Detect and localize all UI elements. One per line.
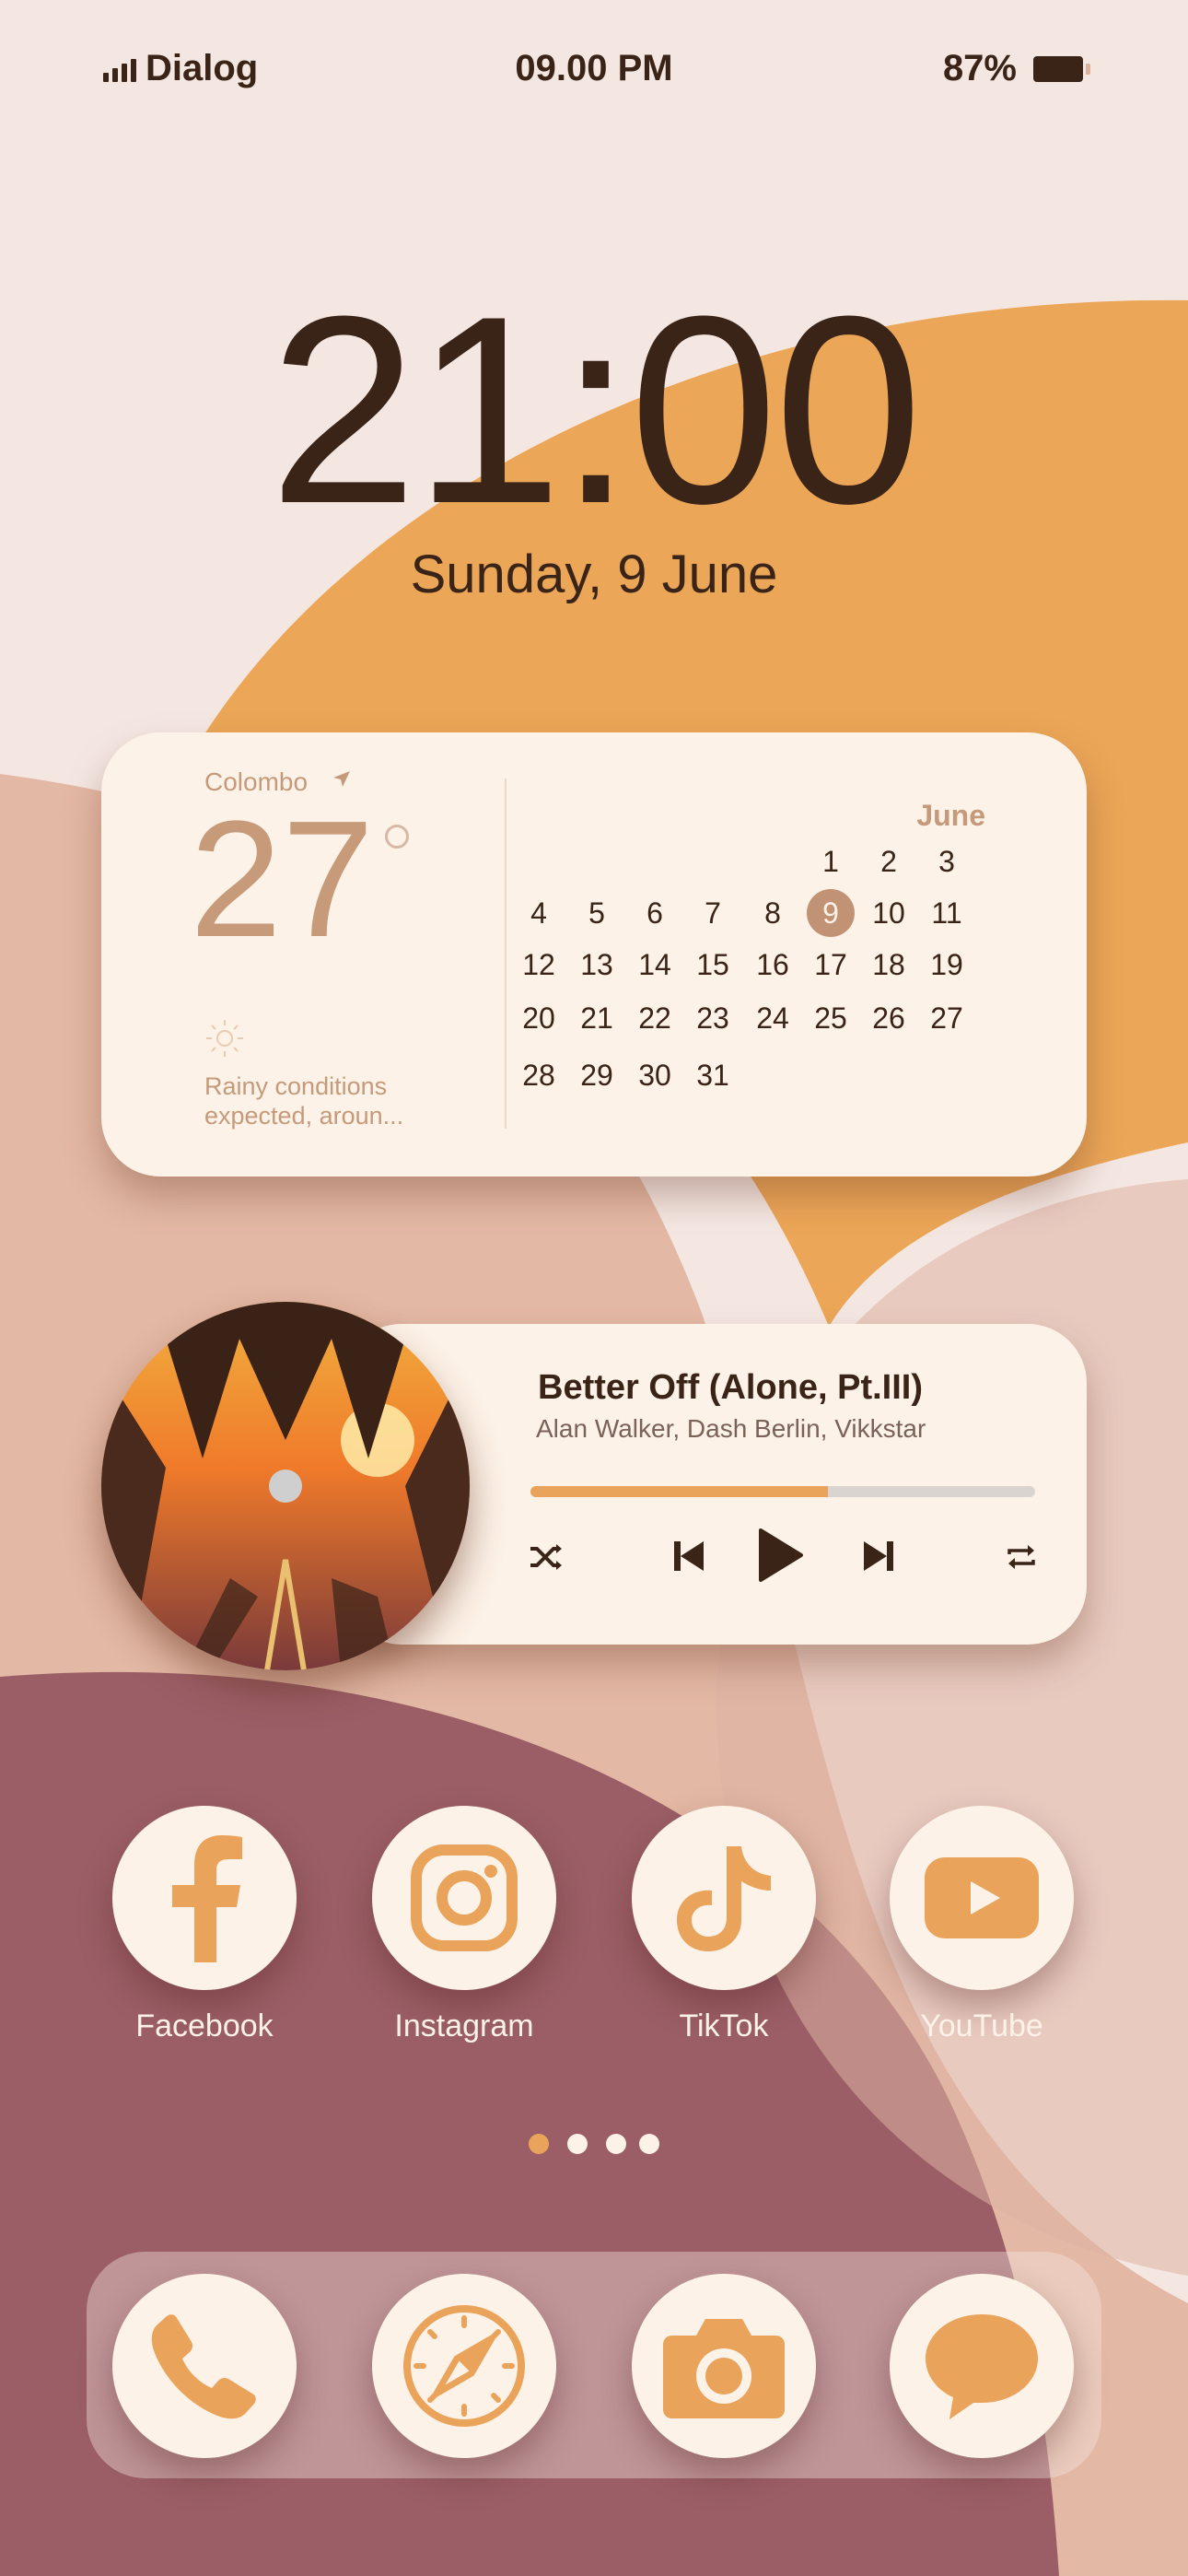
- calendar-day[interactable]: 26: [861, 998, 916, 1038]
- calendar-day[interactable]: 13: [569, 944, 624, 985]
- calendar-day[interactable]: 21: [569, 998, 624, 1038]
- calendar-day[interactable]: 10: [861, 893, 916, 933]
- song-title: Better Off (Alone, Pt.III): [538, 1368, 923, 1407]
- calendar-day[interactable]: 9: [803, 889, 858, 937]
- calendar-day[interactable]: 24: [745, 998, 800, 1038]
- facebook-label: Facebook: [135, 2008, 274, 2043]
- calendar-day[interactable]: 11: [919, 893, 974, 933]
- calendar-day[interactable]: 7: [685, 893, 740, 933]
- play-icon[interactable]: [757, 1527, 805, 1584]
- calendar-day[interactable]: 5: [569, 893, 624, 933]
- calendar-day[interactable]: 12: [511, 944, 566, 985]
- facebook-icon: [172, 1835, 242, 1962]
- repeat-icon[interactable]: [1006, 1543, 1037, 1571]
- calendar-grid: 1 2 3 4 5 6 7 8 9 10 11 12 13 14 15 16 17 18 19 20 21 22 23 24 2…: [101, 732, 1087, 1177]
- tiktok-label: TikTok: [679, 2008, 769, 2043]
- lock-clock: 21:00: [269, 261, 923, 559]
- youtube-app[interactable]: [890, 1806, 1074, 1990]
- calendar-day[interactable]: 4: [511, 893, 566, 933]
- safari-icon: [403, 2305, 525, 2427]
- calendar-day[interactable]: 6: [627, 893, 682, 933]
- calendar-day[interactable]: 15: [685, 944, 740, 985]
- calendar-day[interactable]: 30: [627, 1055, 682, 1095]
- calendar-day[interactable]: 1: [803, 841, 858, 882]
- album-art-disc[interactable]: [101, 1302, 470, 1670]
- youtube-label: YouTube: [920, 2008, 1043, 2043]
- lock-date: Sunday, 9 June: [410, 544, 778, 604]
- battery-percent: 87%: [942, 48, 1017, 88]
- instagram-icon: [411, 1844, 518, 1951]
- camera-icon: [663, 2319, 785, 2418]
- next-icon[interactable]: [862, 1538, 895, 1575]
- page-dot[interactable]: [567, 2134, 588, 2154]
- battery: 87%: [942, 48, 1090, 89]
- calendar-day[interactable]: 31: [685, 1055, 740, 1095]
- page-dot[interactable]: [606, 2134, 626, 2154]
- calendar-day[interactable]: 29: [569, 1055, 624, 1095]
- calendar-today-marker: 9: [807, 889, 855, 937]
- phone-app[interactable]: [112, 2274, 297, 2458]
- weather-calendar-widget[interactable]: Colombo 27 Rainy conditions expected, ar…: [101, 732, 1087, 1177]
- calendar-day[interactable]: 27: [919, 998, 974, 1038]
- calendar-day[interactable]: 17: [803, 944, 858, 985]
- song-artist: Alan Walker, Dash Berlin, Vikkstar: [536, 1414, 926, 1443]
- calendar-day[interactable]: 19: [919, 944, 974, 985]
- phone-icon: [151, 2314, 256, 2419]
- calendar-day[interactable]: 22: [627, 998, 682, 1038]
- calendar-day[interactable]: 28: [511, 1055, 566, 1095]
- instagram-label: Instagram: [394, 2008, 534, 2043]
- instagram-app[interactable]: [372, 1806, 556, 1990]
- facebook-app[interactable]: [112, 1806, 297, 1990]
- previous-icon[interactable]: [672, 1538, 705, 1575]
- tiktok-app[interactable]: [632, 1806, 816, 1990]
- messages-icon: [926, 2314, 1038, 2419]
- calendar-day[interactable]: 16: [745, 944, 800, 985]
- safari-app[interactable]: [372, 2274, 556, 2458]
- calendar-day[interactable]: 23: [685, 998, 740, 1038]
- calendar-day[interactable]: 14: [627, 944, 682, 985]
- camera-app[interactable]: [632, 2274, 816, 2458]
- battery-icon: [1033, 55, 1090, 82]
- calendar-day[interactable]: 20: [511, 998, 566, 1038]
- youtube-icon: [925, 1857, 1039, 1938]
- calendar-day[interactable]: 25: [803, 998, 858, 1038]
- messages-app[interactable]: [890, 2274, 1074, 2458]
- calendar-day[interactable]: 3: [919, 841, 974, 882]
- shuffle-icon[interactable]: [529, 1543, 564, 1571]
- playback-progress-fill: [530, 1486, 829, 1497]
- calendar-day[interactable]: 2: [861, 841, 916, 882]
- calendar-day[interactable]: 18: [861, 944, 916, 985]
- album-art-image: [101, 1302, 470, 1670]
- page-dot-active[interactable]: [529, 2134, 549, 2154]
- tiktok-icon: [677, 1846, 771, 1951]
- page-dot[interactable]: [639, 2134, 659, 2154]
- calendar-day[interactable]: 8: [745, 893, 800, 933]
- playback-progress-bar[interactable]: [530, 1486, 1035, 1497]
